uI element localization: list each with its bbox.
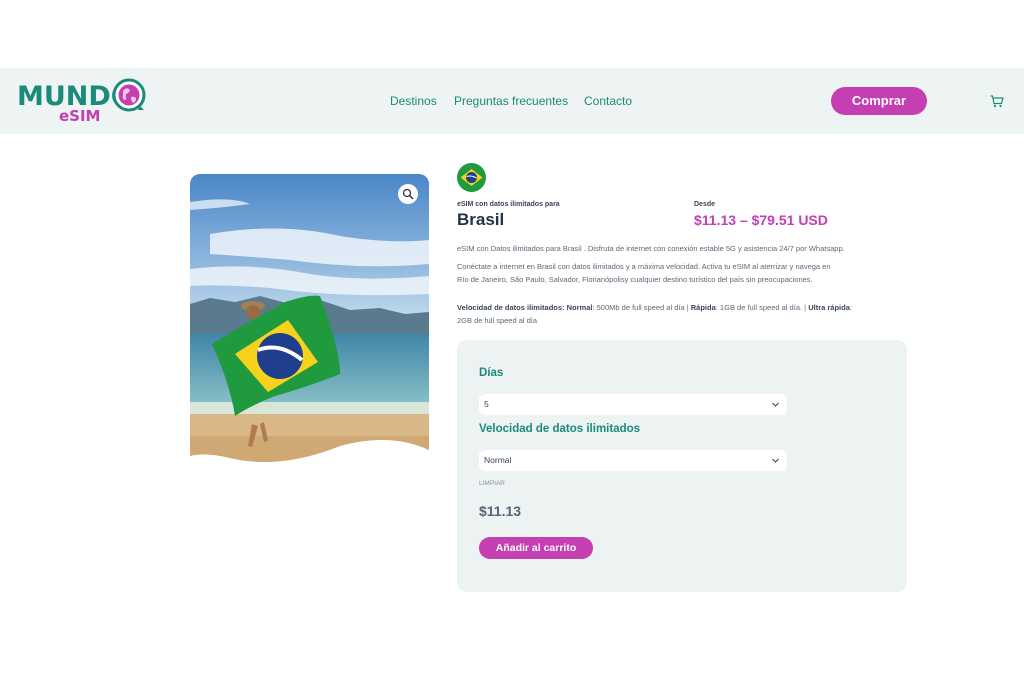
speed-rapida-label: Rápida xyxy=(690,303,716,312)
days-select-value: 5 xyxy=(484,399,489,409)
speed-label: Velocidad de datos ilimitados xyxy=(479,423,641,435)
nav-destinos[interactable]: Destinos xyxy=(390,94,437,108)
chevron-down-icon xyxy=(772,402,779,407)
speed-label: Velocidad de datos ilimitados: xyxy=(457,303,565,312)
product-subtitle: eSIM con datos ilimitados para xyxy=(457,201,560,208)
price-from-label: Desde xyxy=(694,201,716,208)
speed-rapida-text: : 1GB de full speed al día. | xyxy=(715,303,807,312)
speed-ultra-text: : xyxy=(849,303,852,312)
product-description: Conéctate a internet en Brasil con datos… xyxy=(457,260,909,286)
speed-select-value: Normal xyxy=(484,455,512,465)
chevron-down-icon xyxy=(772,458,779,463)
variation-panel: Días 5 Velocidad de datos ilimitados Nor… xyxy=(457,340,907,592)
buy-button[interactable]: Comprar xyxy=(831,87,927,115)
description-line: Río de Janeiro, São Paulo, Salvador, Flo… xyxy=(457,275,813,284)
speed-normal-text: : 500Mb de full speed al día | xyxy=(592,303,689,312)
speed-normal-label: Normal xyxy=(566,303,593,312)
nav-contacto[interactable]: Contacto xyxy=(584,94,632,108)
nav-preguntas-frecuentes[interactable]: Preguntas frecuentes xyxy=(454,94,568,108)
speed-ultra-label: Ultra rápida xyxy=(808,303,850,312)
zoom-icon xyxy=(402,188,414,200)
mundo-esim-logo[interactable]: MUNDO eSIM xyxy=(17,78,149,126)
logo-subword: eSIM xyxy=(59,107,101,125)
selected-price: $11.13 xyxy=(479,503,522,519)
speed-select[interactable]: Normal xyxy=(479,450,787,471)
days-label: Días xyxy=(479,367,504,379)
speed-line: Velocidad de datos ilimitados: Normal: 5… xyxy=(457,301,909,314)
globe-icon xyxy=(112,78,146,112)
cart-icon[interactable] xyxy=(990,95,1004,108)
zoom-button[interactable] xyxy=(398,184,418,204)
product-title: Brasil xyxy=(457,210,505,229)
speed-description: Velocidad de datos ilimitados: Normal: 5… xyxy=(457,301,909,327)
product-image[interactable] xyxy=(190,174,429,470)
brazil-flag-icon xyxy=(457,163,486,192)
description-line: Conéctate a internet en Brasil con datos… xyxy=(457,262,831,271)
price-range: $11.13 – $79.51 USD xyxy=(694,212,828,228)
days-select[interactable]: 5 xyxy=(479,394,787,415)
site-header: MUNDO eSIM Destinos Preguntas frecuentes… xyxy=(0,68,1024,134)
add-to-cart-button[interactable]: Añadir al carrito xyxy=(479,537,593,559)
speed-line-2: 2GB de full speed al día xyxy=(457,316,538,325)
product-short-description: eSIM con Datos ilimitados para Brasil . … xyxy=(457,244,845,253)
clear-link[interactable]: LIMPIAR xyxy=(479,480,505,487)
